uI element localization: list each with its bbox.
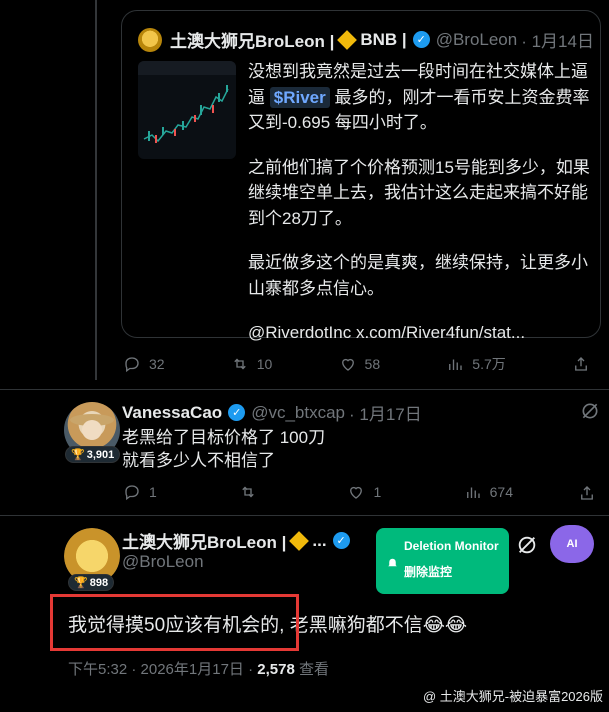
reply-author-name[interactable]: VanessaCao — [122, 403, 222, 423]
repost-button[interactable]: 10 — [231, 355, 273, 373]
quoted-date[interactable]: · 1月14日 — [521, 27, 594, 52]
reply-text: 老黑给了目标价格了 100刀 就看多少人不相信了 — [122, 426, 325, 472]
quoted-tweet-card[interactable]: 土澳大狮兄BroLeon | BNB | ✓ @BroLeon · 1月14日 … — [121, 10, 601, 342]
deletion-monitor-popup[interactable]: Deletion Monitor 删除监控 — [376, 528, 509, 594]
share-icon — [581, 486, 593, 500]
reply-icon — [125, 357, 139, 373]
main-author-row: 土澳大狮兄BroLeon | ... ✓ — [122, 528, 356, 553]
badge: 🏆 898 — [68, 574, 115, 591]
trophy-icon: 🏆 — [74, 577, 88, 589]
name-ellipsis: ... — [312, 530, 327, 550]
quote-paragraph-3: 最近做多这个的是真爽，继续保持，让更多小山寨都多点信心。 — [248, 253, 588, 298]
main-author-name[interactable]: 土澳大狮兄BroLeon | — [122, 528, 286, 553]
tweet-meta: 下午5:32 · 2026年1月17日 · 2,578 查看 — [68, 658, 329, 679]
tweet-actions-bar: 32 10 58 5.7万 — [123, 354, 598, 374]
bell-icon — [386, 556, 399, 572]
sync-icon[interactable] — [516, 534, 538, 561]
like-count: 58 — [364, 356, 381, 372]
quote-paragraph-2: 之前他们搞了个价格预测15号能到多少，如果继续堆空单上去，我估计这么走起来搞不好… — [248, 157, 590, 228]
tweet-views-label: 查看 — [294, 661, 329, 678]
monitor-title: Deletion Monitor — [404, 539, 499, 553]
reply-count: 1 — [149, 484, 157, 500]
reply-line-2: 就看多少人不相信了 — [122, 451, 275, 470]
ai-label: AI — [566, 538, 578, 550]
badge-count: 898 — [89, 576, 109, 589]
reply-line-1: 老黑给了目标价格了 100刀 — [122, 428, 326, 447]
views-icon — [466, 487, 480, 498]
verified-icon: ✓ — [332, 532, 350, 549]
quoted-author-handle[interactable]: @BroLeon — [436, 30, 518, 50]
reply-button[interactable]: 1 — [123, 483, 157, 501]
views-button[interactable]: 5.7万 — [446, 354, 506, 374]
repost-count: 10 — [256, 356, 273, 372]
ai-button[interactable]: AI — [550, 525, 594, 563]
watermark: @ 土澳大狮兄-被迫暴富2026版 — [422, 689, 603, 704]
share-button[interactable] — [578, 484, 596, 507]
thread-line — [95, 0, 97, 380]
like-button[interactable]: 58 — [339, 355, 381, 373]
bnb-icon — [337, 29, 358, 50]
verified-icon: ✓ — [412, 31, 430, 48]
monitor-off-icon[interactable] — [580, 401, 600, 426]
views-count: 5.7万 — [472, 356, 506, 372]
quote-paragraph-4[interactable]: @RiverdotInc x.com/River4fun/stat... — [248, 320, 598, 346]
cashtag-link[interactable]: $River — [269, 86, 330, 108]
reply-count: 32 — [149, 356, 165, 372]
share-button[interactable] — [572, 355, 598, 373]
like-count: 1 — [373, 484, 382, 500]
reply-header: VanessaCao ✓ @vc_btxcap · 1月17日 — [122, 400, 422, 425]
heart-icon — [350, 486, 363, 499]
verified-icon: ✓ — [228, 404, 246, 421]
views-icon — [449, 359, 462, 370]
views-button[interactable]: 674 — [464, 483, 513, 501]
reply-author-handle[interactable]: @vc_btxcap — [251, 403, 345, 423]
tweet-views-count: 2,578 — [257, 661, 295, 678]
reply-button[interactable]: 32 — [123, 355, 165, 373]
badge: 🏆 3,901 — [65, 446, 121, 463]
share-icon — [575, 357, 587, 371]
tweet-timestamp[interactable]: 下午5:32 · 2026年1月17日 · — [68, 661, 257, 678]
tweet-actions-bar: 1 1 674 — [123, 483, 513, 501]
reply-date[interactable]: · 1月17日 — [349, 400, 422, 425]
heart-icon — [341, 358, 354, 371]
chart-thumbnail-image[interactable] — [138, 61, 236, 159]
trophy-icon: 🏆 — [71, 449, 85, 461]
views-count: 674 — [489, 484, 513, 500]
repost-icon — [242, 486, 254, 498]
like-button[interactable]: 1 — [347, 483, 381, 501]
quoted-tweet-header: 土澳大狮兄BroLeon | BNB | ✓ @BroLeon · 1月14日 — [138, 27, 594, 52]
divider — [0, 515, 609, 516]
reply-icon — [125, 485, 139, 501]
avatar[interactable] — [138, 27, 162, 52]
repost-icon — [234, 358, 246, 370]
quoted-author-name[interactable]: 土澳大狮兄BroLeon | — [170, 27, 334, 52]
bnb-label: BNB | — [360, 29, 407, 49]
repost-button[interactable] — [239, 483, 265, 501]
divider — [0, 389, 609, 390]
quoted-tweet-text: 没想到我竟然是过去一段时间在社交媒体上逼逼 $River 最多的，刚才一看币安上… — [248, 59, 598, 365]
main-text-rest: 老黑嘛狗都不信😂😂 — [284, 615, 468, 636]
badge-count: 3,901 — [86, 448, 115, 461]
bnb-icon — [289, 530, 310, 551]
main-author-handle[interactable]: @BroLeon — [122, 552, 204, 572]
highlight-box — [50, 594, 299, 651]
monitor-subtitle: 删除监控 — [404, 565, 453, 579]
